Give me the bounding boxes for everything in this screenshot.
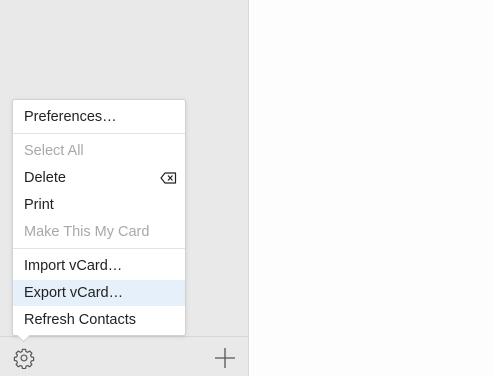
settings-menu: Preferences… Select All Delete Print Mak…: [12, 99, 186, 336]
menu-item-refresh-contacts[interactable]: Refresh Contacts: [13, 307, 185, 333]
menu-item-label: Delete: [24, 170, 66, 186]
menu-item-make-this-my-card[interactable]: Make This My Card: [13, 219, 185, 245]
menu-item-preferences[interactable]: Preferences…: [13, 104, 185, 130]
plus-icon: [215, 348, 235, 368]
sidebar-footer: [0, 336, 249, 376]
menu-separator: [13, 133, 185, 134]
menu-item-select-all[interactable]: Select All: [13, 138, 185, 164]
gear-icon: [13, 348, 35, 369]
menu-item-label: Export vCard…: [24, 285, 124, 301]
add-contact-button[interactable]: [212, 345, 238, 371]
menu-item-import-vcard[interactable]: Import vCard…: [13, 253, 185, 279]
menu-item-print[interactable]: Print: [13, 192, 185, 218]
menu-item-label: Import vCard…: [24, 258, 123, 274]
menu-item-label: Refresh Contacts: [24, 312, 137, 328]
menu-separator: [13, 248, 185, 249]
menu-item-delete[interactable]: Delete: [13, 165, 185, 191]
menu-item-label: Preferences…: [24, 109, 117, 125]
menu-item-label: Print: [24, 197, 54, 213]
contact-detail-pane: [250, 0, 494, 376]
menu-pointer: [17, 335, 29, 342]
settings-button[interactable]: [11, 345, 37, 371]
menu-item-export-vcard[interactable]: Export vCard…: [13, 280, 185, 306]
delete-key-icon: [160, 172, 177, 184]
menu-item-label: Select All: [24, 143, 84, 159]
menu-item-label: Make This My Card: [24, 224, 150, 240]
